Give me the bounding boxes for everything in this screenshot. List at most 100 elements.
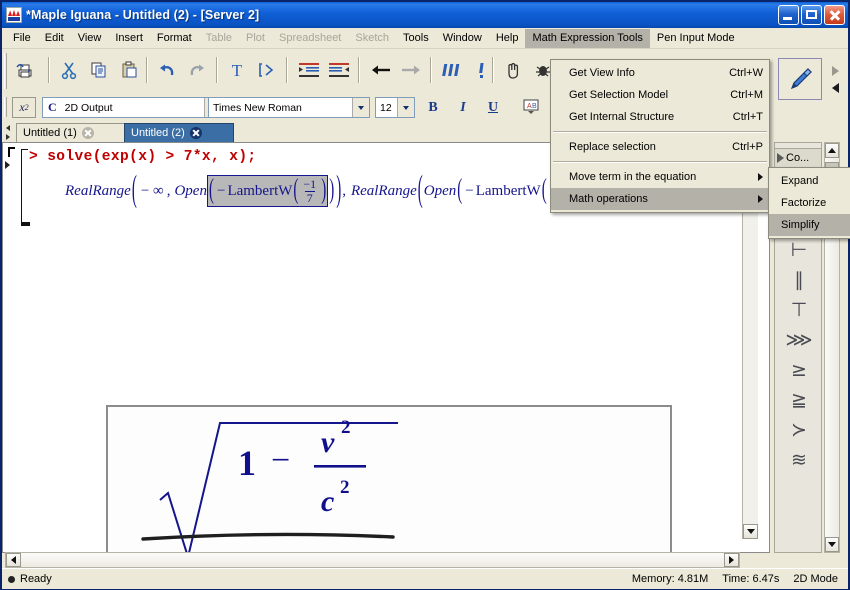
font-family-combo[interactable]: Times New Roman [208,97,370,118]
menu-item-get-selection-model[interactable]: Get Selection Model Ctrl+M [551,84,769,106]
scroll-down-button[interactable] [825,537,839,552]
menu-item-replace-selection[interactable]: Replace selection Ctrl+P [551,136,769,158]
menu-file[interactable]: File [6,29,38,48]
svg-text:2: 2 [340,477,350,498]
maximize-button[interactable] [801,5,822,25]
execute-icon[interactable] [468,55,498,85]
menu-help[interactable]: Help [489,29,526,48]
formatbar-grip[interactable] [4,97,8,117]
math-expression-tools-menu[interactable]: Get View Info Ctrl+W Get Selection Model… [550,59,770,213]
math-operations-submenu[interactable]: Expand Factorize Simplify [768,167,850,239]
menu-format[interactable]: Format [150,29,199,48]
menu-edit[interactable]: Edit [38,29,71,48]
paste-icon[interactable] [114,55,144,85]
menu-pen-input-mode[interactable]: Pen Input Mode [650,29,742,48]
italic-button[interactable]: I [452,97,474,118]
palette-symbol-8[interactable]: ≧ [775,385,823,415]
worksheet-vertical-scrollbar[interactable] [742,158,758,539]
copy-icon[interactable] [84,55,114,85]
palette-symbol-3[interactable]: ⊢ [775,235,823,265]
pan-hand-icon[interactable] [498,55,528,85]
scroll-up-button[interactable] [825,143,839,158]
back-arrow-icon[interactable] [366,55,396,85]
submenu-item-factorize[interactable]: Factorize [769,192,850,214]
toolbar-grip[interactable] [4,53,8,89]
bold-button[interactable]: B [422,97,444,118]
svg-text:c: c [321,485,334,518]
palette-symbol-6[interactable]: ⋙ [775,325,823,355]
execute-all-icon[interactable] [438,55,468,85]
close-paren: ) [321,174,327,206]
palette-symbol-4[interactable]: ∥ [775,265,823,295]
worksheet-horizontal-scrollbar[interactable] [5,552,740,568]
scroll-left-button[interactable] [6,553,21,567]
menu-item-label: Get View Info [569,67,635,79]
menu-item-shortcut: Ctrl+P [732,141,763,153]
selected-subexpression[interactable]: ( − LambertW ( −1 7 ) [206,174,329,208]
indent-right-icon[interactable] [294,55,324,85]
pen-tool-button[interactable] [778,58,822,100]
maple-input-line[interactable]: > solve(exp(x) > 7*x, x); [29,149,257,165]
tab-untitled-1[interactable]: Untitled (1) [16,123,126,142]
font-size-value: 12 [380,101,392,114]
scroll-down-button[interactable] [743,524,758,539]
font-family-value: Times New Roman [213,101,302,114]
menu-insert[interactable]: Insert [108,29,150,48]
undo-icon[interactable] [152,55,182,85]
text-mode-icon[interactable]: T [222,55,252,85]
palette-symbol-9[interactable]: ≻ [775,415,823,445]
fraction-numerator: −1 [303,177,317,191]
superscript-button[interactable]: x2 [12,97,36,118]
style-combo[interactable]: C 2D Output [42,97,222,118]
palette-symbol-7[interactable]: ≥ [775,355,823,385]
menu-window[interactable]: Window [436,29,489,48]
minimize-button[interactable] [778,5,799,25]
menu-bar: File Edit View Insert Format Table Plot … [2,28,848,49]
menu-view[interactable]: View [71,29,109,48]
close-button[interactable] [824,5,845,25]
indent-left-icon[interactable] [324,55,354,85]
status-bar: Ready Memory: 4.81M Time: 6.47s 2D Mode [2,568,848,589]
scroll-right-button[interactable] [724,553,739,567]
palette-symbol-5[interactable]: ⊤ [775,295,823,325]
tab-untitled-2[interactable]: Untitled (2) [124,123,234,142]
menu-item-math-operations[interactable]: Math operations [551,188,769,210]
chevron-down-icon[interactable] [352,98,369,117]
menu-item-label: Get Selection Model [569,89,669,101]
submenu-item-expand[interactable]: Expand [769,170,850,192]
palette-symbol-10[interactable]: ≋ [775,445,823,475]
submenu-item-simplify[interactable]: Simplify [769,214,850,236]
open-label-2: Open [423,182,457,199]
pen-input-sketch-canvas[interactable]: 1 − v 2 c 2 [106,405,672,552]
tab-label: Untitled (2) [131,127,185,139]
redo-icon[interactable] [182,55,212,85]
close-icon[interactable] [189,127,202,139]
chevron-down-icon[interactable] [397,98,414,117]
menu-item-label: Move term in the equation [569,171,697,183]
open-paren: ( [417,169,423,210]
close-paren: ) [329,174,335,206]
comma: , [342,182,346,199]
font-size-combo[interactable]: 12 [375,97,415,118]
tab-scroll-buttons[interactable] [3,123,12,141]
pen-panel-arrows[interactable] [828,62,842,96]
forward-arrow-icon[interactable] [396,55,426,85]
menu-math-expression-tools[interactable]: Math Expression Tools [525,28,650,48]
menu-tools[interactable]: Tools [396,29,436,48]
highlight-color-icon[interactable]: A B [516,95,546,119]
print-icon[interactable] [10,55,40,85]
open-paren: ( [457,174,463,206]
underline-button[interactable]: U [482,97,504,118]
menu-item-get-internal-structure[interactable]: Get Internal Structure Ctrl+T [551,106,769,128]
cut-icon[interactable] [54,55,84,85]
toolbar-separator [492,57,493,83]
math-prompt-icon[interactable] [252,55,282,85]
close-icon[interactable] [81,127,94,139]
menu-item-move-term-in-the-equation[interactable]: Move term in the equation [551,166,769,188]
palette-collapsed-header[interactable]: Co... [774,148,822,168]
minus-sign: − [216,182,226,199]
status-text: Ready [20,573,52,585]
menu-item-get-view-info[interactable]: Get View Info Ctrl+W [551,62,769,84]
realrange-label-2: RealRange [350,182,417,199]
svg-text:−: − [271,442,290,479]
